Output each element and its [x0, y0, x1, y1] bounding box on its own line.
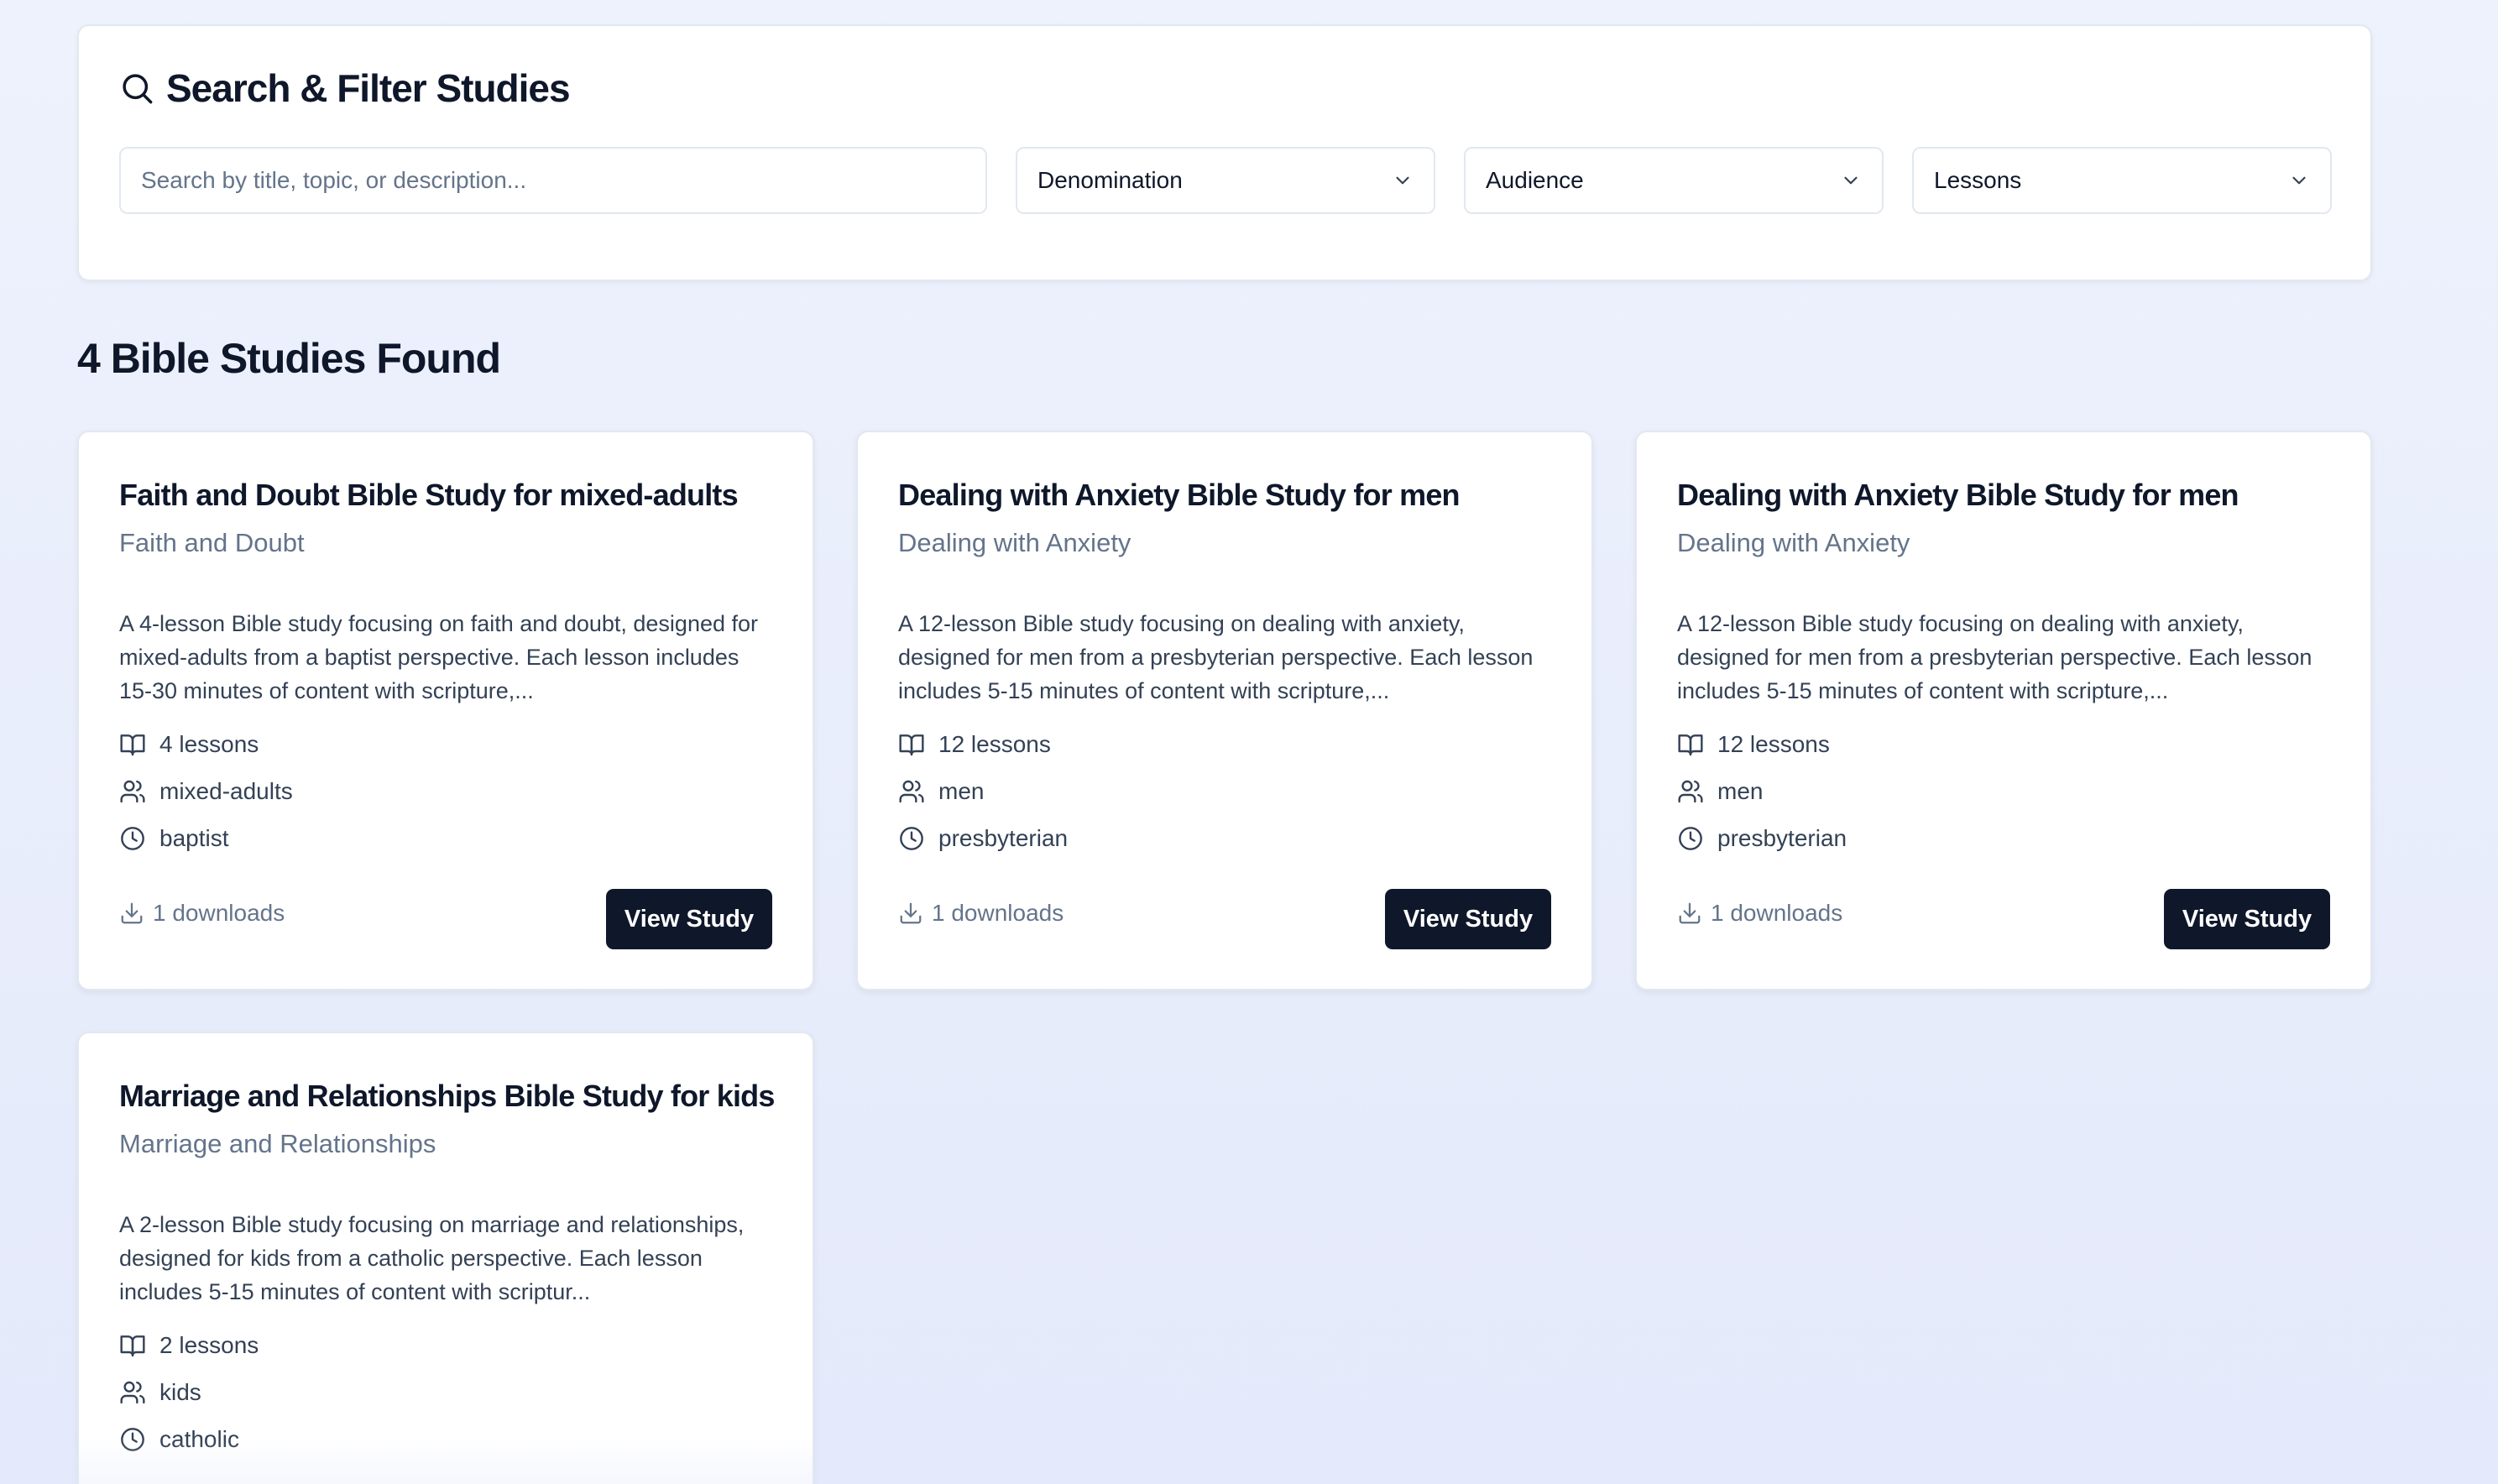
lessons-select-label: Lessons [1934, 167, 2022, 193]
audience-info: men [898, 778, 984, 805]
book-open-icon [899, 734, 924, 756]
study-card: Marriage and Relationships Bible Study f… [77, 1032, 814, 1484]
audience-text: mixed-adults [159, 778, 293, 804]
audience-select[interactable]: Audience [1464, 147, 1884, 214]
study-title: Marriage and Relationships Bible Study f… [119, 1079, 775, 1113]
study-card: Dealing with Anxiety Bible Study for men… [856, 431, 1593, 990]
denomination-text: catholic [159, 1426, 239, 1452]
study-card: Dealing with Anxiety Bible Study for men… [1635, 431, 2372, 990]
users-icon [1678, 780, 1703, 803]
lessons-count: 2 lessons [119, 1332, 259, 1359]
audience-select-label: Audience [1486, 167, 1584, 193]
results-heading: 4 Bible Studies Found [77, 335, 501, 382]
audience-info: men [1677, 778, 1763, 805]
filter-panel: Search & Filter Studies Denomination Aud… [77, 24, 2372, 281]
download-icon [900, 902, 922, 924]
denomination-select[interactable]: Denomination [1016, 147, 1435, 214]
download-icon [1679, 902, 1701, 924]
denomination-info: catholic [119, 1426, 239, 1453]
filter-title: Search & Filter Studies [166, 66, 571, 110]
study-description: A 12-lesson Bible study focusing on deal… [1677, 611, 2312, 703]
audience-info: kids [119, 1379, 201, 1406]
downloads-text: 1 downloads [153, 900, 285, 926]
downloads-text: 1 downloads [1711, 900, 1843, 926]
clock-icon [900, 827, 923, 850]
view-study-button[interactable]: View Study [1385, 889, 1551, 949]
search-input[interactable] [119, 147, 987, 214]
book-open-icon [1678, 734, 1703, 756]
audience-text: kids [159, 1379, 201, 1405]
lessons-count-text: 4 lessons [159, 731, 259, 757]
downloads-text: 1 downloads [932, 900, 1064, 926]
users-icon [899, 780, 924, 803]
book-open-icon [120, 1335, 145, 1357]
chevron-down-icon [2292, 176, 2306, 185]
chevron-down-icon [1396, 176, 1409, 185]
denomination-select-label: Denomination [1037, 167, 1183, 193]
study-topic: Marriage and Relationships [119, 1129, 436, 1158]
study-description: A 12-lesson Bible study focusing on deal… [898, 611, 1534, 703]
study-description: A 4-lesson Bible study focusing on faith… [119, 611, 759, 703]
view-study-button[interactable]: View Study [2164, 889, 2330, 949]
downloads-count: 1 downloads [119, 900, 285, 927]
lessons-count: 4 lessons [119, 731, 259, 758]
denomination-info: presbyterian [898, 825, 1068, 852]
search-icon [123, 74, 153, 104]
view-study-button[interactable]: View Study [606, 889, 772, 949]
denomination-text: baptist [159, 825, 229, 851]
study-topic: Dealing with Anxiety [1677, 528, 1910, 557]
lessons-count: 12 lessons [1677, 731, 1830, 758]
study-title: Faith and Doubt Bible Study for mixed-ad… [119, 478, 739, 512]
users-icon [120, 1381, 145, 1404]
downloads-count: 1 downloads [1677, 900, 1842, 927]
downloads-count: 1 downloads [898, 900, 1063, 927]
lessons-count-text: 2 lessons [159, 1332, 259, 1358]
lessons-select[interactable]: Lessons [1912, 147, 2332, 214]
lessons-count: 12 lessons [898, 731, 1051, 758]
denomination-text: presbyterian [938, 825, 1069, 851]
denomination-text: presbyterian [1717, 825, 1847, 851]
lessons-count-text: 12 lessons [938, 731, 1051, 757]
study-description: A 2-lesson Bible study focusing on marri… [119, 1212, 745, 1304]
audience-text: men [938, 778, 985, 804]
book-open-icon [120, 734, 145, 756]
clock-icon [1679, 827, 1702, 850]
study-title: Dealing with Anxiety Bible Study for men [898, 478, 1461, 512]
clock-icon [121, 1428, 144, 1451]
denomination-info: baptist [119, 825, 229, 852]
chevron-down-icon [1844, 176, 1858, 185]
study-topic: Faith and Doubt [119, 528, 305, 557]
denomination-info: presbyterian [1677, 825, 1847, 852]
study-card: Faith and Doubt Bible Study for mixed-ad… [77, 431, 814, 990]
users-icon [120, 780, 145, 803]
clock-icon [121, 827, 144, 850]
study-title: Dealing with Anxiety Bible Study for men [1677, 478, 2239, 512]
download-icon [121, 902, 143, 924]
audience-info: mixed-adults [119, 778, 293, 805]
audience-text: men [1717, 778, 1764, 804]
filter-header: Search & Filter Studies [119, 63, 571, 113]
study-topic: Dealing with Anxiety [898, 528, 1131, 557]
lessons-count-text: 12 lessons [1717, 731, 1830, 757]
